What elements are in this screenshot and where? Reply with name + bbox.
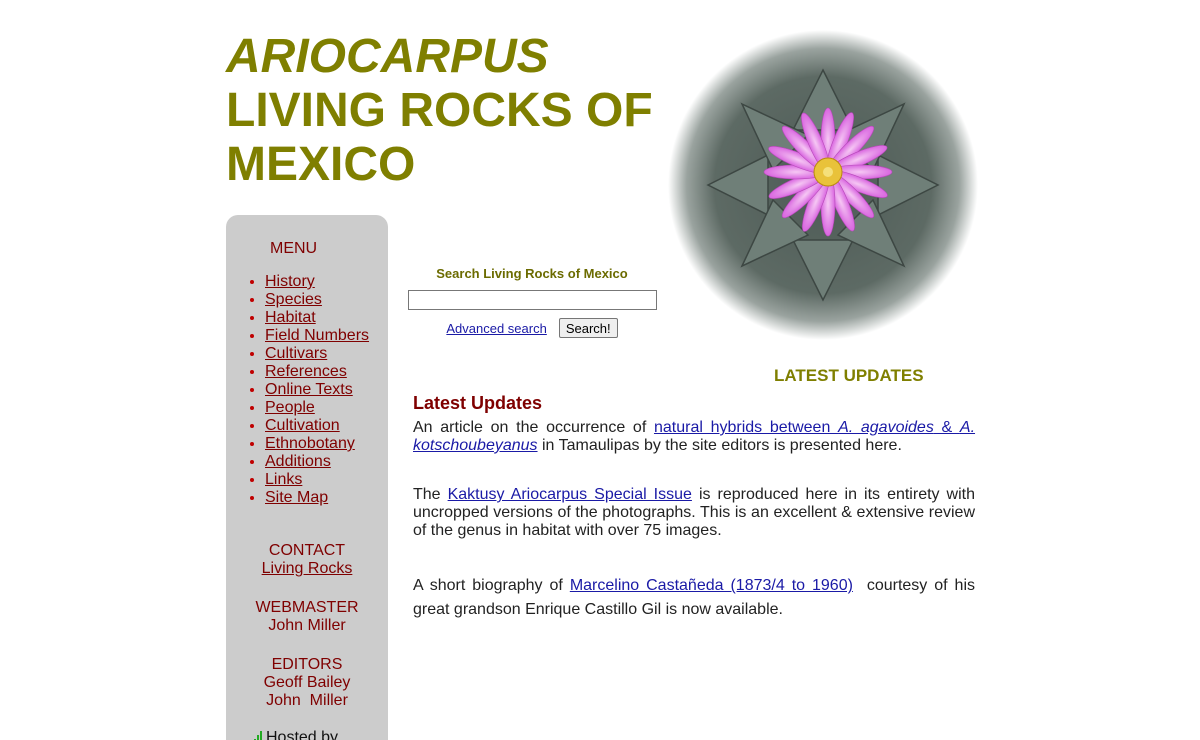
- menu-link-cultivation[interactable]: Cultivation: [265, 417, 340, 434]
- menu-item-habitat: Habitat: [265, 309, 383, 327]
- menu-link-history[interactable]: History: [265, 273, 315, 290]
- menu-item-people: People: [265, 399, 383, 417]
- update-paragraph-3: A short biography of Marcelino Castañeda…: [413, 574, 975, 622]
- site-title-line-3: MEXICO: [226, 138, 416, 191]
- menu-list: History Species Habitat Field Numbers Cu…: [250, 273, 383, 507]
- menu-link-additions[interactable]: Additions: [265, 453, 331, 470]
- signal-bars-icon: [254, 731, 262, 740]
- site-title: ARIOCARPUS LIVING ROCKS OF MEXICO: [226, 30, 653, 192]
- menu-link-habitat[interactable]: Habitat: [265, 309, 316, 326]
- menu-link-species[interactable]: Species: [265, 291, 322, 308]
- update-text: The: [413, 486, 448, 503]
- advanced-search-link[interactable]: Advanced search: [446, 321, 546, 336]
- editor-name: John Miller: [266, 692, 348, 709]
- latest-updates-heading: LATEST UPDATES: [774, 366, 924, 385]
- webmaster-name: John Miller: [268, 617, 346, 634]
- link-text: natural hybrids between: [653, 419, 839, 436]
- menu-item-species: Species: [265, 291, 383, 309]
- webmaster-block: WEBMASTER John Miller: [226, 599, 388, 635]
- menu-item-ethnobotany: Ethnobotany: [265, 435, 383, 453]
- menu-link-field-numbers[interactable]: Field Numbers: [265, 327, 369, 344]
- update-text: in Tamaulipas by the site editors is pre…: [537, 437, 902, 454]
- menu-item-field-numbers: Field Numbers: [265, 327, 383, 345]
- menu-link-online-texts[interactable]: Online Texts: [265, 381, 353, 398]
- menu-item-history: History: [265, 273, 383, 291]
- editors-block: EDITORS Geoff Bailey John Miller: [226, 656, 388, 710]
- menu-link-references[interactable]: References: [265, 363, 347, 380]
- link-text: &: [933, 419, 960, 436]
- search-label: Search Living Rocks of Mexico: [436, 266, 628, 281]
- menu-link-ethnobotany[interactable]: Ethnobotany: [265, 435, 355, 452]
- menu-item-site-map: Site Map: [265, 489, 383, 507]
- contact-link[interactable]: Living Rocks: [262, 560, 353, 577]
- site-title-line-2: LIVING ROCKS OF: [226, 84, 653, 137]
- castaneda-biography-link[interactable]: Marcelino Castañeda (1873/4 to 1960): [570, 577, 853, 594]
- hosted-by: Hosted by: [254, 729, 338, 740]
- sidebar: MENU History Species Habitat Field Numbe…: [226, 215, 388, 740]
- search-button[interactable]: Search!: [558, 318, 618, 338]
- search-actions: Advanced search Search!: [408, 318, 656, 338]
- menu-link-links[interactable]: Links: [265, 471, 302, 488]
- menu-link-cultivars[interactable]: Cultivars: [265, 345, 327, 362]
- editor-name: Geoff Bailey: [263, 674, 351, 691]
- contact-heading: CONTACT: [268, 542, 346, 559]
- menu-title: MENU: [270, 240, 318, 257]
- page: ARIOCARPUS LIVING ROCKS OF MEXICO MENU •…: [0, 0, 1200, 740]
- editors-heading: EDITORS: [271, 656, 343, 673]
- updates-content: Latest Updates An article on the occurre…: [413, 393, 975, 622]
- update-text: A short biography of: [413, 577, 570, 594]
- updates-title: Latest Updates: [413, 393, 543, 413]
- menu-link-site-map[interactable]: Site Map: [265, 489, 328, 506]
- update-paragraph-2: The Kaktusy Ariocarpus Special Issue is …: [413, 486, 975, 540]
- site-title-line-1: ARIOCARPUS: [226, 30, 549, 83]
- menu-item-links: Links: [265, 471, 383, 489]
- menu-item-references: References: [265, 363, 383, 381]
- search-input[interactable]: [408, 290, 657, 310]
- menu-item-cultivars: Cultivars: [265, 345, 383, 363]
- hosted-by-text: Hosted by: [266, 729, 339, 740]
- ariocarpus-flower-image: [668, 30, 978, 340]
- update-text: An article on the occurrence of: [413, 419, 654, 436]
- kaktusy-special-issue-link[interactable]: Kaktusy Ariocarpus Special Issue: [448, 486, 692, 503]
- search-box: Search Living Rocks of Mexico Advanced s…: [408, 266, 657, 338]
- contact-block: CONTACT Living Rocks: [226, 542, 388, 578]
- update-paragraph-1: An article on the occurrence of natural …: [413, 419, 975, 455]
- menu-link-people[interactable]: People: [265, 399, 315, 416]
- menu-item-additions: Additions: [265, 453, 383, 471]
- menu-item-cultivation: Cultivation: [265, 417, 383, 435]
- menu-item-online-texts: Online Texts: [265, 381, 383, 399]
- link-text-italic: A. agavoides: [838, 419, 934, 436]
- webmaster-heading: WEBMASTER: [255, 599, 359, 616]
